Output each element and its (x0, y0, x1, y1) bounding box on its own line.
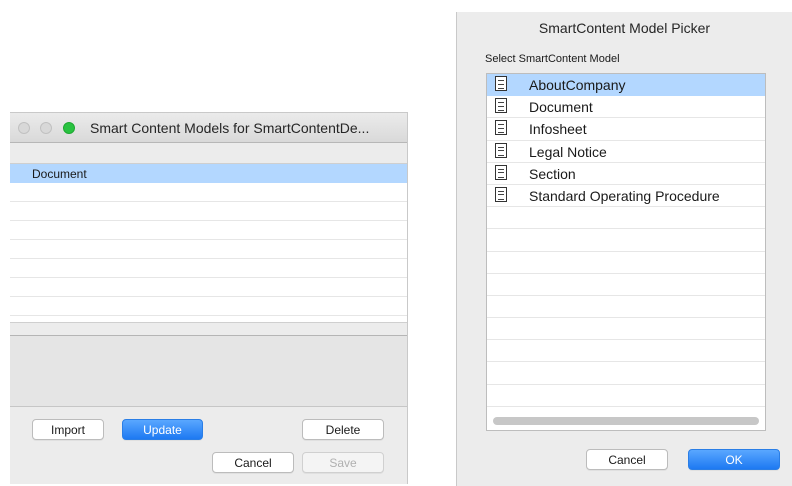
list-item[interactable]: Document (487, 96, 765, 119)
document-icon (495, 164, 507, 180)
detail-panel (10, 335, 407, 407)
cancel-button[interactable]: Cancel (212, 452, 294, 473)
save-button: Save (302, 452, 384, 473)
list-item[interactable] (487, 385, 765, 407)
list-item[interactable] (487, 318, 765, 341)
ok-button[interactable]: OK (688, 449, 780, 470)
list-item[interactable]: AboutCompany (487, 74, 765, 97)
delete-button[interactable]: Delete (302, 419, 384, 440)
zoom-window-button[interactable] (63, 122, 75, 134)
list-item[interactable] (487, 296, 765, 319)
cancel-button[interactable]: Cancel (586, 449, 668, 470)
list-item[interactable] (10, 240, 407, 259)
window-title: SmartContent Model Picker (538, 20, 711, 36)
document-icon (495, 98, 507, 114)
update-button[interactable]: Update (122, 419, 203, 440)
list-item[interactable] (487, 207, 765, 230)
list-item-label: Document (529, 99, 593, 116)
window-title: Smart Content Models for SmartContentDe.… (90, 120, 370, 136)
smart-content-models-window: Smart Content Models for SmartContentDe.… (10, 112, 408, 484)
list-item[interactable] (10, 183, 407, 202)
picker-prompt: Select SmartContent Model (485, 53, 620, 65)
list-item-label: AboutCompany (529, 77, 626, 93)
list-item[interactable] (487, 274, 765, 296)
list-item[interactable]: Document (10, 164, 407, 183)
list-item[interactable] (487, 229, 765, 252)
list-item[interactable]: Infosheet (487, 118, 765, 141)
model-picker-window: SmartContent Model Picker Select SmartCo… (456, 12, 792, 486)
document-icon (495, 142, 507, 158)
minimize-window-button[interactable] (40, 122, 52, 134)
list-item[interactable]: Standard Operating Procedure (487, 185, 765, 208)
list-item[interactable] (10, 259, 407, 278)
list-item[interactable] (10, 297, 407, 316)
list-item[interactable] (487, 362, 765, 385)
list-item-label: Infosheet (529, 121, 587, 138)
horizontal-scrollbar[interactable] (493, 417, 759, 425)
list-item[interactable] (487, 340, 765, 363)
list-item[interactable] (10, 221, 407, 240)
list-item-label: Legal Notice (529, 143, 607, 160)
model-picker-list[interactable]: AboutCompany Document Infosheet Legal No… (486, 73, 766, 431)
list-item-label: Standard Operating Procedure (529, 187, 720, 204)
list-item[interactable] (487, 252, 765, 274)
list-item[interactable]: Legal Notice (487, 141, 765, 163)
models-list[interactable]: Document (10, 163, 407, 323)
title-bar[interactable]: Smart Content Models for SmartContentDe.… (10, 113, 407, 143)
close-window-button[interactable] (18, 122, 30, 134)
import-button[interactable]: Import (32, 419, 104, 440)
document-icon (495, 186, 507, 202)
list-item-label: Section (529, 165, 576, 182)
list-item[interactable] (10, 278, 407, 297)
document-icon (495, 120, 507, 136)
document-icon (495, 76, 507, 91)
list-item[interactable] (10, 202, 407, 221)
list-item[interactable]: Section (487, 163, 765, 185)
